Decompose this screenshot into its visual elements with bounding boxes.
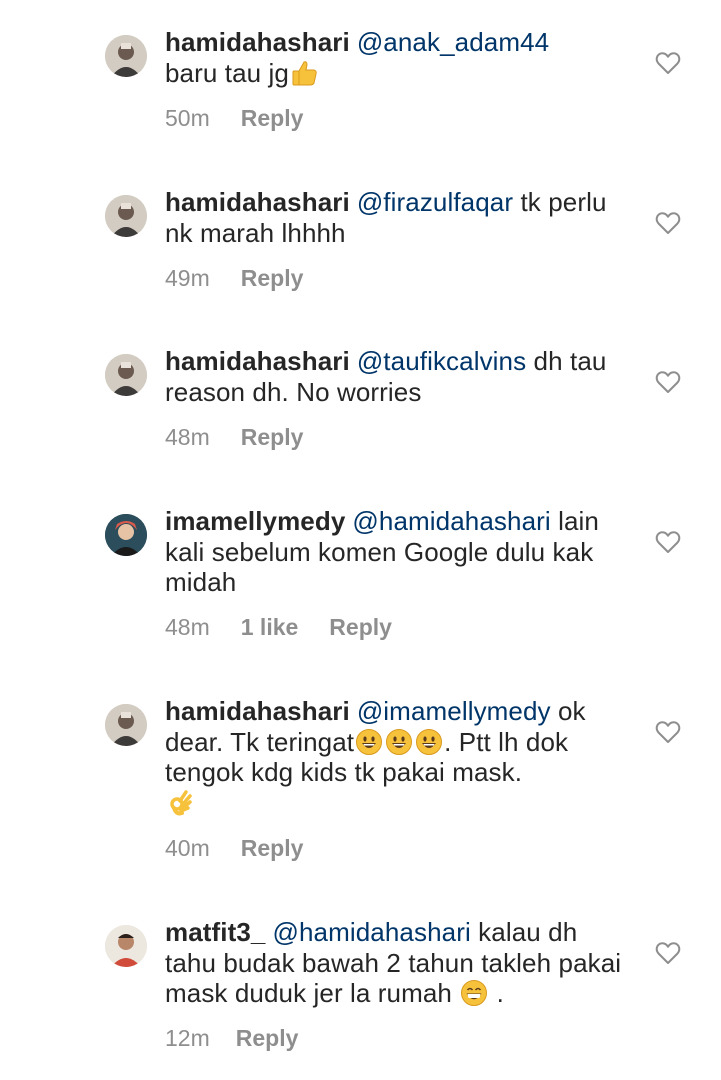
comment-username[interactable]: hamidahashari	[165, 696, 350, 726]
avatar[interactable]	[105, 514, 147, 556]
reply-button[interactable]: Reply	[241, 105, 304, 132]
comment-likes[interactable]: 1 like	[241, 614, 299, 641]
comment-mention[interactable]: @anak_adam44	[357, 27, 549, 57]
grinning-face-icon	[356, 728, 383, 755]
heart-outline-icon[interactable]	[655, 941, 681, 965]
comment-body: baru tau jg	[165, 57, 289, 88]
comment-username[interactable]: imamellymedy	[165, 506, 345, 536]
reply-button[interactable]: Reply	[329, 614, 392, 641]
avatar[interactable]	[105, 35, 147, 77]
comment-mention[interactable]: @firazulfaqar	[357, 187, 513, 217]
comment-username[interactable]: matfit3_	[165, 917, 266, 947]
comment-time: 50m	[165, 105, 210, 131]
comment-meta: 40m Reply	[165, 835, 303, 862]
comment-meta: 48m Reply	[165, 424, 303, 451]
heart-outline-icon[interactable]	[655, 370, 681, 394]
avatar[interactable]	[105, 354, 147, 396]
comment-time: 49m	[165, 265, 210, 291]
comment-text: hamidahashari @anak_adam44baru tau jg	[165, 27, 625, 88]
comment-username[interactable]: hamidahashari	[165, 187, 350, 217]
comment-body-continued: .	[489, 978, 504, 1008]
comment-mention[interactable]: @hamidahashari	[352, 506, 550, 536]
thumbs-up-icon	[292, 60, 317, 85]
comment-mention[interactable]: @imamellymedy	[357, 696, 551, 726]
reply-button[interactable]: Reply	[241, 424, 304, 451]
comment-time: 48m	[165, 614, 210, 640]
comment-meta: 50m Reply	[165, 105, 303, 132]
comment-text: matfit3_ @hamidahashari kalau dh tahu bud…	[165, 917, 625, 1009]
avatar[interactable]	[105, 925, 147, 967]
comment-mention[interactable]: @taufikcalvins	[357, 346, 526, 376]
heart-outline-icon[interactable]	[655, 530, 681, 554]
reply-button[interactable]: Reply	[241, 265, 304, 292]
reply-button[interactable]: Reply	[241, 835, 304, 862]
comment-meta: 49m Reply	[165, 265, 303, 292]
comment-time: 40m	[165, 835, 210, 861]
heart-outline-icon[interactable]	[655, 51, 681, 75]
comment-mention[interactable]: @hamidahashari	[273, 917, 471, 947]
comment-time: 48m	[165, 424, 210, 450]
reply-button[interactable]: Reply	[236, 1025, 299, 1052]
comment-username[interactable]: hamidahashari	[165, 346, 350, 376]
comment-meta: 48m 1 like Reply	[165, 614, 392, 641]
ok-hand-icon	[170, 789, 192, 815]
avatar[interactable]	[105, 704, 147, 746]
comment-username[interactable]: hamidahashari	[165, 27, 350, 57]
comment-time: 12m	[165, 1025, 210, 1051]
comment-text: hamidahashari @imamellymedy ok dear. Tk t…	[165, 696, 625, 818]
heart-outline-icon[interactable]	[655, 720, 681, 744]
avatar[interactable]	[105, 195, 147, 237]
comment-text: hamidahashari @firazulfaqar tk perlu nk m…	[165, 187, 625, 248]
grinning-face-icon	[416, 728, 443, 755]
grinning-face-icon	[386, 728, 413, 755]
beaming-face-icon	[461, 980, 488, 1006]
comment-text: imamellymedy @hamidahashari lain kali seb…	[165, 506, 625, 598]
comment-meta: 12m Reply	[165, 1025, 298, 1052]
heart-outline-icon[interactable]	[655, 211, 681, 235]
comment-text: hamidahashari @taufikcalvins dh tau reaso…	[165, 346, 625, 407]
